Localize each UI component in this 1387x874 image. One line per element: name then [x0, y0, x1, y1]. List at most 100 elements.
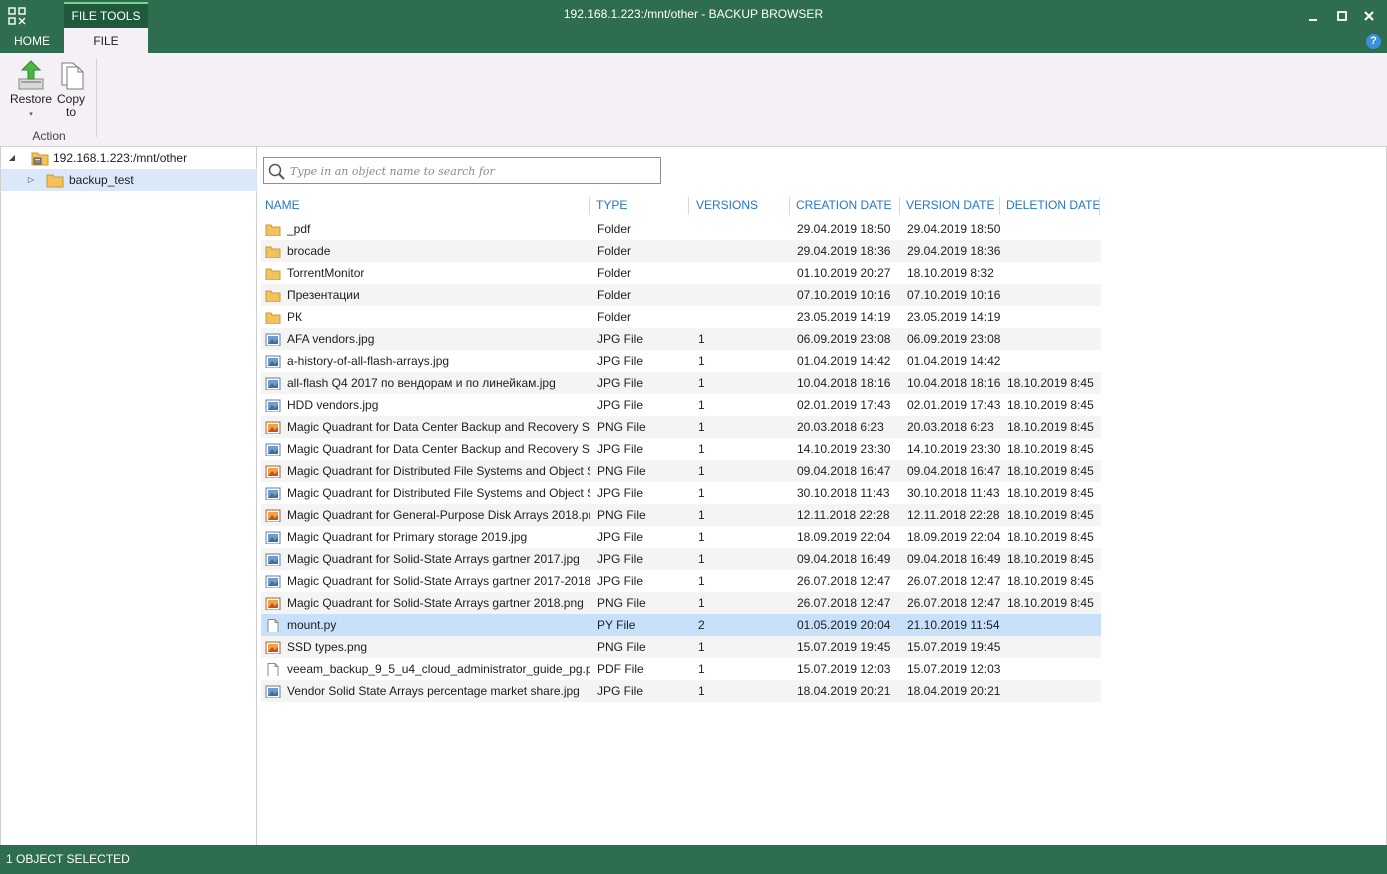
table-row[interactable]: Magic Quadrant for Solid-State Arrays ga…: [261, 570, 1101, 592]
cell-deletion-date: 18.10.2019 8:45: [1007, 420, 1094, 434]
cell-name: veeam_backup_9_5_u4_cloud_administrator_…: [287, 662, 590, 676]
tree-item-root[interactable]: ◢ 192.168.1.223:/mnt/other: [1, 147, 257, 169]
cell-version-date: 30.10.2018 11:43: [907, 486, 1000, 500]
table-row[interactable]: Презентации Folder 07.10.2019 10:16 07.10.2…: [261, 284, 1101, 306]
table-row[interactable]: _pdf Folder 29.04.2019 18:50 29.04.2019 18:…: [261, 218, 1101, 240]
column-header-type[interactable]: TYPE: [596, 198, 627, 216]
title-bar: FILE TOOLS 192.168.1.223:/mnt/other - BA…: [0, 0, 1387, 53]
table-row[interactable]: Magic Quadrant for Distributed File Syst…: [261, 482, 1101, 504]
help-icon[interactable]: ?: [1366, 34, 1381, 49]
cell-versions: 1: [698, 464, 705, 478]
table-row[interactable]: Magic Quadrant for Solid-State Arrays ga…: [261, 592, 1101, 614]
table-row[interactable]: Magic Quadrant for Data Center Backup an…: [261, 438, 1101, 460]
window-title: 192.168.1.223:/mnt/other - BACKUP BROWSE…: [563, 7, 824, 21]
table-row[interactable]: Magic Quadrant for Data Center Backup an…: [261, 416, 1101, 438]
column-header-name[interactable]: NAME: [265, 198, 300, 216]
search-box[interactable]: [263, 157, 661, 184]
cell-version-date: 09.04.2018 16:47: [907, 464, 1001, 478]
cell-creation-date: 23.05.2019 14:19: [797, 310, 891, 324]
tree-root-label: 192.168.1.223:/mnt/other: [53, 151, 188, 165]
column-divider[interactable]: [999, 197, 1000, 215]
cell-version-date: 18.10.2019 8:32: [907, 266, 994, 280]
restore-label: Restore: [9, 92, 53, 106]
cell-versions: 1: [698, 684, 705, 698]
cell-creation-date: 20.03.2018 6:23: [797, 420, 884, 434]
cell-type: PNG File: [597, 508, 646, 522]
status-bar: 1 OBJECT SELECTED: [0, 845, 1387, 874]
close-button[interactable]: [1362, 9, 1376, 23]
column-header-version-date[interactable]: VERSION DATE: [906, 198, 994, 216]
table-row[interactable]: AFA vendors.jpg JPG File 1 06.09.2019 23:08…: [261, 328, 1101, 350]
cell-version-date: 26.07.2018 12:47: [907, 596, 1001, 610]
cell-version-date: 12.11.2018 22:28: [907, 508, 1000, 522]
copy-to-button[interactable]: Copy to: [54, 59, 88, 119]
tab-file[interactable]: FILE: [64, 28, 148, 53]
table-row[interactable]: Magic Quadrant for General-Purpose Disk …: [261, 504, 1101, 526]
cell-name: Magic Quadrant for Solid-State Arrays ga…: [287, 596, 584, 610]
table-row[interactable]: brocade Folder 29.04.2019 18:36 29.04.2019 …: [261, 240, 1101, 262]
cell-type: JPG File: [597, 574, 644, 588]
jpg-file-icon: [265, 574, 281, 588]
status-text: 1 OBJECT SELECTED: [6, 852, 130, 866]
cell-type: PY File: [597, 618, 636, 632]
search-icon: [268, 163, 285, 180]
column-divider[interactable]: [1099, 197, 1100, 215]
restore-button[interactable]: Restore ▾: [8, 59, 54, 121]
column-divider[interactable]: [899, 197, 900, 215]
ribbon-group-action: Action: [32, 129, 66, 143]
table-row[interactable]: Magic Quadrant for Primary storage 2019.…: [261, 526, 1101, 548]
cell-creation-date: 14.10.2019 23:30: [797, 442, 891, 456]
cell-deletion-date: 18.10.2019 8:45: [1007, 552, 1094, 566]
cell-name: Magic Quadrant for Data Center Backup an…: [287, 420, 590, 434]
tree-item-backup-test[interactable]: ▷ backup_test: [1, 169, 257, 191]
minimize-button[interactable]: [1306, 9, 1320, 23]
column-header-versions[interactable]: VERSIONS: [696, 198, 758, 216]
table-row[interactable]: TorrentMonitor Folder 01.10.2019 20:27 18.1…: [261, 262, 1101, 284]
jpg-file-icon: [265, 684, 281, 698]
column-header-creation-date[interactable]: CREATION DATE: [796, 198, 892, 216]
table-row[interactable]: Vendor Solid State Arrays percentage mar…: [261, 680, 1101, 702]
tab-home[interactable]: HOME: [0, 28, 64, 53]
jpg-file-icon: [265, 486, 281, 500]
maximize-button[interactable]: [1335, 9, 1349, 23]
table-row[interactable]: HDD vendors.jpg JPG File 1 02.01.2019 17:43…: [261, 394, 1101, 416]
cell-name: Magic Quadrant for Solid-State Arrays ga…: [287, 574, 590, 588]
collapse-icon[interactable]: ◢: [7, 147, 17, 169]
cell-version-date: 21.10.2019 11:54: [907, 618, 1000, 632]
cell-version-date: 15.07.2019 12:03: [907, 662, 1001, 676]
column-header-deletion-date[interactable]: DELETION DATE: [1006, 198, 1100, 216]
expand-icon[interactable]: ▷: [26, 169, 36, 191]
folder-icon: [265, 266, 281, 280]
cell-version-date: 14.10.2019 23:30: [907, 442, 1001, 456]
cell-name: Vendor Solid State Arrays percentage mar…: [287, 684, 580, 698]
cell-creation-date: 06.09.2019 23:08: [797, 332, 891, 346]
table-row-selected[interactable]: mount.py PY File 2 01.05.2019 20:04 21.10.20…: [261, 614, 1101, 636]
grid-rows: _pdf Folder 29.04.2019 18:50 29.04.2019 18:…: [261, 218, 1101, 702]
cell-name: Magic Quadrant for Distributed File Syst…: [287, 464, 590, 478]
copy-label-line2: to: [65, 105, 76, 119]
table-row[interactable]: SSD types.png PNG File 1 15.07.2019 19:45 15…: [261, 636, 1101, 658]
cell-name: HDD vendors.jpg: [287, 398, 379, 412]
cell-version-date: 01.04.2019 14:42: [907, 354, 1001, 368]
restore-dropdown-icon[interactable]: ▾: [29, 111, 33, 118]
table-row[interactable]: all-flash Q4 2017 по вендорам и по линей…: [261, 372, 1101, 394]
column-divider[interactable]: [789, 197, 790, 215]
cell-versions: 1: [698, 376, 705, 390]
cell-creation-date: 01.05.2019 20:04: [797, 618, 891, 632]
jpg-file-icon: [265, 332, 281, 346]
cell-versions: 1: [698, 486, 705, 500]
ribbon: Restore ▾ Copy to Action: [0, 53, 1387, 147]
restore-icon: [18, 60, 44, 90]
table-row[interactable]: a-history-of-all-flash-arrays.jpg JPG Fil…: [261, 350, 1101, 372]
table-row[interactable]: РК Folder 23.05.2019 14:19 23.05.2019 14:19: [261, 306, 1101, 328]
column-divider[interactable]: [589, 197, 590, 215]
table-row[interactable]: veeam_backup_9_5_u4_cloud_administrator_…: [261, 658, 1101, 680]
table-row[interactable]: Magic Quadrant for Solid-State Arrays ga…: [261, 548, 1101, 570]
table-row[interactable]: Magic Quadrant for Distributed File Syst…: [261, 460, 1101, 482]
ribbon-divider: [96, 59, 97, 137]
jpg-file-icon: [265, 530, 281, 544]
cell-creation-date: 18.09.2019 22:04: [797, 530, 891, 544]
column-divider[interactable]: [688, 197, 689, 215]
cell-versions: 1: [698, 530, 705, 544]
search-input[interactable]: [290, 162, 650, 180]
